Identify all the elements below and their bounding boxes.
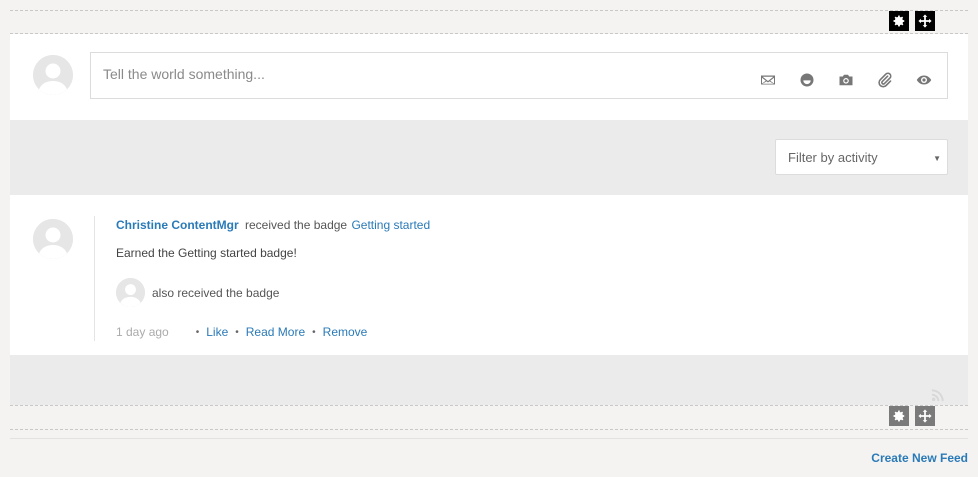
portlet-bottom-border-lower (10, 429, 968, 430)
activity-timestamp: 1 day ago (116, 325, 169, 339)
read-more-link[interactable]: Read More (246, 325, 305, 339)
message-button[interactable] (748, 72, 787, 88)
gear-icon (893, 410, 905, 422)
separator-dot: • (195, 326, 200, 338)
activity-message: Earned the Getting started badge! (116, 246, 297, 260)
create-new-feed-link[interactable]: Create New Feed (871, 451, 968, 465)
feed-footer-band (10, 355, 968, 405)
footer-divider (10, 438, 968, 439)
attach-button[interactable] (865, 72, 904, 88)
status-input[interactable] (103, 66, 723, 82)
envelope-icon (760, 75, 775, 85)
photo-button[interactable] (826, 72, 865, 88)
activity-filter-select[interactable]: Filter by activity ▼ (775, 139, 948, 175)
move-icon (918, 14, 932, 28)
portlet-move-button-lower[interactable] (915, 406, 935, 426)
like-link[interactable]: Like (206, 325, 228, 339)
status-composer (10, 34, 968, 120)
portlet-move-button[interactable] (915, 11, 935, 31)
also-received-text: also received the badge (152, 285, 280, 300)
other-user-avatar[interactable] (116, 278, 145, 307)
chevron-down-icon: ▼ (933, 154, 941, 163)
activity-headline: Christine ContentMgr received the badge … (116, 218, 430, 232)
default-user-icon (33, 219, 73, 259)
privacy-button[interactable] (904, 72, 943, 88)
remove-link[interactable]: Remove (323, 325, 368, 339)
portlet-top-border (10, 10, 968, 11)
separator-dot: • (235, 326, 239, 338)
activity-feed: Christine ContentMgr received the badge … (10, 195, 968, 355)
rss-icon (931, 389, 944, 402)
paperclip-icon (877, 72, 892, 88)
default-user-icon (116, 278, 145, 307)
separator-dot: • (312, 326, 316, 338)
gear-icon (893, 15, 905, 27)
composer-toolbar (748, 72, 943, 88)
eye-icon (916, 75, 931, 85)
badge-link[interactable]: Getting started (351, 218, 430, 232)
portlet-bottom-border (10, 405, 968, 406)
filter-bar: Filter by activity ▼ (10, 120, 968, 195)
activity-meta: 1 day ago • Like • Read More • Remove (116, 325, 367, 339)
author-link[interactable]: Christine ContentMgr (116, 218, 239, 232)
camera-icon (839, 74, 852, 86)
user-avatar (33, 55, 73, 95)
author-avatar[interactable] (33, 219, 73, 259)
default-user-icon (33, 55, 73, 95)
emoticon-icon (800, 73, 813, 87)
compose-box[interactable] (90, 52, 948, 99)
rss-feed-button[interactable] (931, 388, 945, 402)
activity-filter-value: Filter by activity (788, 149, 878, 165)
move-icon (918, 409, 932, 423)
emoticon-button[interactable] (787, 72, 826, 88)
feed-divider (94, 216, 95, 341)
portlet-settings-button[interactable] (889, 11, 909, 31)
portlet-settings-button-lower[interactable] (889, 406, 909, 426)
activity-verb: received the badge (245, 218, 348, 232)
also-received-row: also received the badge (116, 278, 279, 307)
